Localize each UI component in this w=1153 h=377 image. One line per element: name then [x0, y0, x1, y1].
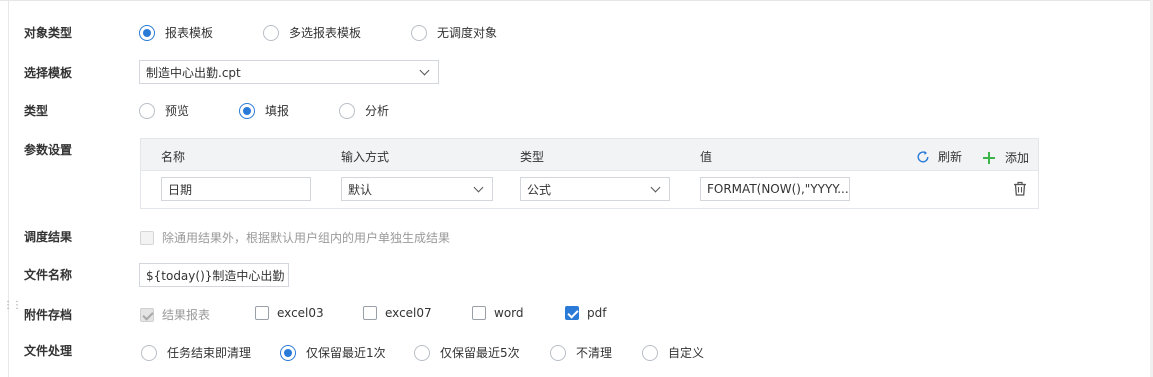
trash-icon[interactable] [1013, 181, 1027, 196]
chevron-down-icon [419, 65, 430, 75]
column-header-name: 名称 [161, 150, 186, 164]
radio-icon [263, 24, 279, 41]
radio-selected-icon [139, 24, 155, 41]
checkbox-icon [363, 306, 377, 320]
radio-icon [339, 102, 355, 119]
type-radio-fill[interactable]: 填报 [239, 102, 289, 119]
file-handling-radio-keep-last-1[interactable]: 仅保留最近1次 [280, 344, 386, 361]
type-radio-preview[interactable]: 预览 [139, 102, 189, 119]
file-name-label: 文件名称 [24, 268, 73, 282]
add-param-button[interactable]: 添加 [983, 149, 1029, 166]
file-name-input[interactable]: ${today()}制造中心出勤 [139, 263, 289, 287]
param-settings-label: 参数设置 [24, 143, 73, 157]
radio-icon [141, 344, 157, 361]
checkbox-icon [255, 306, 269, 320]
attachment-archive-label: 附件存档 [24, 308, 73, 322]
param-type-select[interactable]: 公式 [520, 177, 670, 201]
chevron-down-icon [473, 182, 484, 192]
checkbox-label: 除通用结果外，根据默认用户组内的用户单独生成结果 [162, 231, 451, 245]
radio-label: 报表模板 [165, 26, 214, 40]
checkbox-icon [472, 306, 486, 320]
object-type-radio-report-template[interactable]: 报表模板 [139, 24, 213, 41]
radio-label: 无调度对象 [437, 26, 498, 40]
checkbox-checked-icon [140, 307, 154, 322]
radio-icon [411, 24, 427, 41]
radio-label: 分析 [365, 104, 390, 118]
attachment-checkbox-pdf[interactable]: pdf [565, 306, 606, 320]
radio-icon [550, 344, 566, 361]
template-select[interactable]: 制造中心出勤.cpt [139, 60, 439, 84]
param-table: 名称 输入方式 类型 值 刷新 添加 日期 默认 公式 FORMAT(NOW()… [140, 138, 1039, 209]
select-template-label: 选择模板 [24, 66, 73, 80]
type-label: 类型 [24, 104, 49, 118]
checkbox-icon [140, 230, 154, 245]
radio-icon [139, 102, 155, 119]
checkbox-label: pdf [587, 306, 607, 320]
file-handling-radio-keep-last-5[interactable]: 仅保留最近5次 [414, 344, 520, 361]
object-type-radio-multi-report-template[interactable]: 多选报表模板 [263, 24, 361, 41]
refresh-label: 刷新 [938, 150, 963, 164]
radio-label: 多选报表模板 [289, 26, 362, 40]
file-handling-radio-custom[interactable]: 自定义 [642, 344, 704, 361]
checkbox-label: excel03 [277, 306, 324, 320]
attachment-checkbox-excel07[interactable]: excel07 [363, 306, 432, 320]
separate-result-checkbox[interactable]: 除通用结果外，根据默认用户组内的用户单独生成结果 [140, 229, 450, 246]
param-name-input[interactable]: 日期 [161, 177, 311, 201]
drag-handle-icon[interactable]: ⋮⋮ [3, 301, 22, 316]
column-header-value: 值 [700, 150, 713, 164]
attachment-checkbox-excel03[interactable]: excel03 [255, 306, 324, 320]
chevron-down-icon [650, 182, 661, 192]
type-radio-analysis[interactable]: 分析 [339, 102, 389, 119]
radio-label: 任务结束即清理 [167, 346, 252, 360]
param-table-header: 名称 输入方式 类型 值 刷新 添加 [141, 139, 1038, 171]
input-method-value: 默认 [348, 182, 373, 197]
schedule-result-label: 调度结果 [24, 230, 73, 244]
radio-icon [642, 344, 658, 361]
param-type-value: 公式 [527, 182, 552, 197]
file-handling-radio-clean-on-finish[interactable]: 任务结束即清理 [141, 344, 251, 361]
checkbox-checked-icon [565, 306, 579, 320]
file-handling-radio-no-clean[interactable]: 不清理 [550, 344, 612, 361]
template-select-value: 制造中心出勤.cpt [146, 65, 241, 80]
radio-selected-icon [239, 102, 255, 119]
column-header-input-method: 输入方式 [341, 150, 390, 164]
param-value-input[interactable]: FORMAT(NOW(),"YYYY... [700, 177, 850, 201]
radio-label: 自定义 [668, 346, 705, 360]
add-label: 添加 [1005, 151, 1030, 165]
radio-selected-icon [280, 344, 296, 361]
radio-icon [414, 344, 430, 361]
checkbox-label: excel07 [385, 306, 432, 320]
file-handling-label: 文件处理 [24, 344, 73, 358]
radio-label: 仅保留最近1次 [306, 346, 386, 360]
object-type-label: 对象类型 [24, 26, 73, 40]
refresh-icon [917, 150, 929, 162]
radio-label: 填报 [265, 104, 290, 118]
checkbox-label: word [494, 306, 524, 320]
left-border [8, 0, 9, 377]
refresh-button[interactable]: 刷新 [916, 148, 962, 165]
checkbox-label: 结果报表 [162, 308, 211, 322]
param-input-method-select[interactable]: 默认 [341, 177, 493, 201]
radio-label: 预览 [165, 104, 190, 118]
plus-icon [983, 151, 995, 164]
column-header-type: 类型 [520, 150, 545, 164]
attachment-checkbox-result-report[interactable]: 结果报表 [140, 306, 210, 323]
attachment-checkbox-word[interactable]: word [472, 306, 524, 320]
top-divider [0, 0, 1153, 1]
radio-label: 仅保留最近5次 [440, 346, 520, 360]
radio-label: 不清理 [576, 346, 613, 360]
object-type-radio-no-object[interactable]: 无调度对象 [411, 24, 497, 41]
